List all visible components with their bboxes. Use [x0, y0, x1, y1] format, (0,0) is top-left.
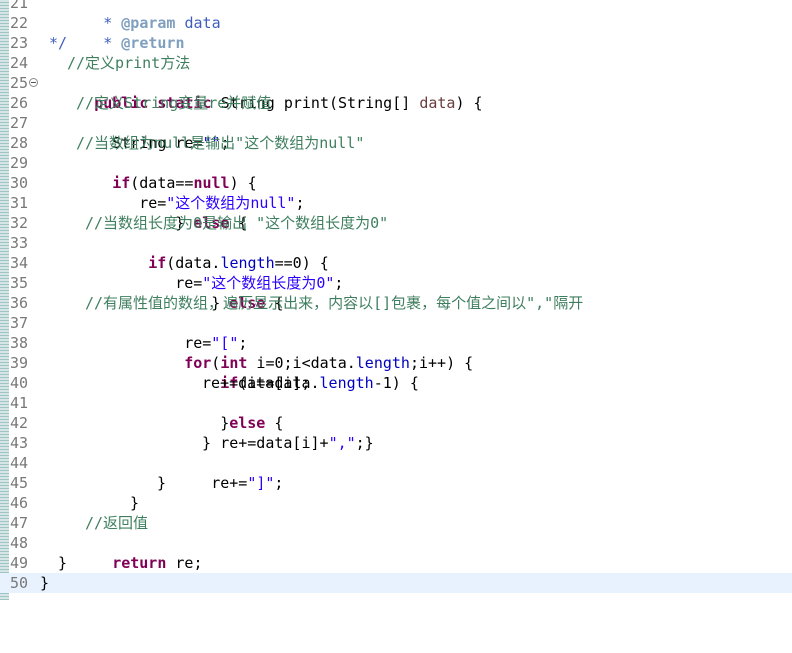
code-line-22[interactable]: 22 * @return: [0, 13, 792, 52]
code-line-23[interactable]: 23 */: [0, 33, 792, 53]
line-number: 23: [10, 34, 29, 52]
code-line-48[interactable]: 48 return re;: [0, 533, 792, 572]
line-number: 39: [10, 354, 29, 372]
code-text: re+=data[i];: [202, 374, 311, 392]
line-number: 24: [10, 54, 29, 72]
code-text: }: [157, 474, 167, 492]
code-line-21[interactable]: 21 * @param data: [0, 0, 792, 32]
code-line-28[interactable]: 28 //当数组为null是输出"这个数组为null": [0, 133, 792, 153]
line-number: 27: [10, 114, 29, 132]
code-text: }: [58, 554, 68, 572]
code-line-35[interactable]: 35 } else {: [0, 273, 792, 312]
comment: //当数组为null是输出"这个数组为null": [76, 134, 365, 152]
line-number: 22: [10, 14, 29, 32]
line-number: 35: [10, 274, 29, 292]
code-line-40[interactable]: 40 re+=data[i];: [0, 373, 792, 393]
line-number: 44: [10, 454, 29, 472]
code-line-38[interactable]: 38 for(int i=0;i<data.length;i++) {: [0, 333, 792, 372]
code-line-39[interactable]: 39 if(i==data.length-1) {: [0, 353, 792, 392]
code-line-34[interactable]: 34 re="这个数组长度为0";: [0, 253, 792, 292]
line-number: 48: [10, 534, 29, 552]
code-line-45[interactable]: 45 }: [0, 473, 792, 493]
line-number: 40: [10, 374, 29, 392]
line-number: 49: [10, 554, 29, 572]
line-number: 47: [10, 514, 29, 532]
line-number: 21: [10, 0, 29, 12]
fold-toggle-icon[interactable]: [29, 78, 38, 87]
code-line-27[interactable]: 27 String re="";: [0, 113, 792, 152]
line-number: 28: [10, 134, 29, 152]
line-number: 42: [10, 414, 29, 432]
line-number: 45: [10, 474, 29, 492]
code-line-29[interactable]: 29 if(data==null) {: [0, 153, 792, 192]
code-line-37[interactable]: 37 re="[";: [0, 313, 792, 352]
code-line-30[interactable]: 30 re="这个数组为null";: [0, 173, 792, 212]
code-line-49[interactable]: 49 }: [0, 553, 792, 573]
comment: //定义String变量re并赋值: [76, 94, 272, 112]
comment: //当数组长度为0是输出 "这个数组长度为0": [85, 214, 389, 232]
line-number: 50: [10, 574, 29, 592]
comment: //定义print方法: [67, 54, 191, 72]
code-text: }: [130, 494, 140, 512]
line-number: 30: [10, 174, 29, 192]
code-line-41[interactable]: 41 }else {: [0, 393, 792, 432]
code-line-33[interactable]: 33 if(data.length==0) {: [0, 233, 792, 272]
code-text: }: [202, 434, 212, 452]
comment: //返回值: [85, 514, 149, 532]
line-number: 38: [10, 334, 29, 352]
line-number: 36: [10, 294, 29, 312]
line-number: 34: [10, 254, 29, 272]
line-number: 33: [10, 234, 29, 252]
code-line-50-current[interactable]: 50 }: [0, 573, 792, 593]
code-line-36[interactable]: 36 //有属性值的数组，遍历显示出来，内容以[]包裹，每个值之间以","隔开: [0, 293, 792, 313]
code-line-26[interactable]: 26 //定义String变量re并赋值: [0, 93, 792, 113]
line-number: 41: [10, 394, 29, 412]
code-line-31[interactable]: 31 } else {: [0, 193, 792, 232]
code-text: }: [40, 574, 50, 592]
line-number: 37: [10, 314, 29, 332]
line-number: 31: [10, 194, 29, 212]
code-line-46[interactable]: 46 }: [0, 493, 792, 513]
comment: //有属性值的数组，遍历显示出来，内容以[]包裹，每个值之间以","隔开: [85, 294, 584, 312]
line-number: 43: [10, 434, 29, 452]
code-line-25[interactable]: 25 public static String print(String[] d…: [0, 73, 792, 112]
line-number: 46: [10, 494, 29, 512]
code-editor[interactable]: 21 * @param data 22 * @return 23 */ 24 /…: [0, 0, 792, 600]
line-number: 26: [10, 94, 29, 112]
javadoc-text: */: [40, 34, 68, 52]
code-line-44[interactable]: 44 re+="]";: [0, 453, 792, 492]
code-line-42[interactable]: 42 re+=data[i]+",";}: [0, 413, 792, 452]
line-number: 29: [10, 154, 29, 172]
code-line-24[interactable]: 24 //定义print方法: [0, 53, 792, 73]
code-line-32[interactable]: 32 //当数组长度为0是输出 "这个数组长度为0": [0, 213, 792, 233]
line-number: 32: [10, 214, 29, 232]
code-line-43[interactable]: 43 }: [0, 433, 792, 453]
code-line-47[interactable]: 47 //返回值: [0, 513, 792, 533]
